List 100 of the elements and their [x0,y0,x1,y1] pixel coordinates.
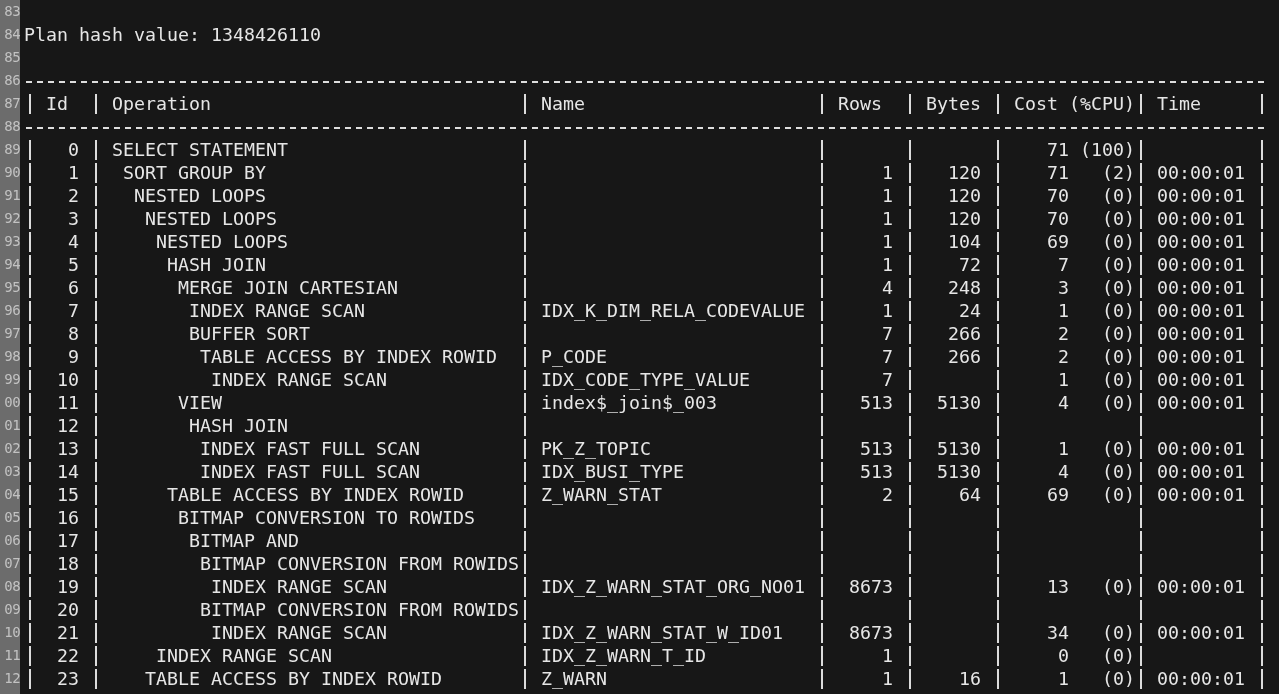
row-count: 7 [882,345,893,368]
cost-value: 3 [1058,276,1069,299]
object-name: P_CODE [541,345,607,368]
line-number: 83 [4,2,20,21]
row-id: 20 [57,598,79,621]
cost-value: 71 [1047,161,1069,184]
row-id: 11 [57,391,79,414]
time-value: 00:00:01 [1157,299,1245,322]
cost-value: 1 [1058,368,1069,391]
row-count: 1 [882,253,893,276]
operation-name: SELECT STATEMENT [112,138,288,161]
line-number: 02 [4,439,20,458]
line-number: 00 [4,393,20,412]
byte-count: 104 [948,230,981,253]
cost-value: 2 [1058,345,1069,368]
row-id: 9 [68,345,79,368]
cpu-percent: (0) [1102,230,1135,253]
cpu-percent: (0) [1102,437,1135,460]
line-number: 03 [4,462,20,481]
cost-value: 69 [1047,483,1069,506]
operation-name: NESTED LOOPS [145,207,277,230]
byte-count: 24 [959,299,981,322]
cpu-percent: (0) [1102,667,1135,690]
byte-count: 5130 [937,460,981,483]
line-number: 90 [4,163,20,182]
line-number: 97 [4,324,20,343]
line-number: 88 [4,117,20,136]
time-value: 00:00:01 [1157,575,1245,598]
row-id: 18 [57,552,79,575]
operation-name: INDEX RANGE SCAN [189,299,365,322]
operation-name: INDEX RANGE SCAN [211,575,387,598]
operation-name: HASH JOIN [189,414,288,437]
time-value: 00:00:01 [1157,253,1245,276]
cpu-percent: (0) [1102,621,1135,644]
column-header: Rows [838,92,882,115]
line-number: 06 [4,531,20,550]
byte-count: 64 [959,483,981,506]
byte-count: 5130 [937,437,981,460]
row-id: 23 [57,667,79,690]
line-number: 09 [4,600,20,619]
operation-name: BITMAP CONVERSION TO ROWIDS [178,506,475,529]
object-name: Z_WARN_STAT [541,483,662,506]
row-count: 4 [882,276,893,299]
time-value: 00:00:01 [1157,161,1245,184]
cost-value: 7 [1058,253,1069,276]
row-id: 0 [68,138,79,161]
line-number: 93 [4,232,20,251]
cost-value: 70 [1047,207,1069,230]
object-name: IDX_Z_WARN_STAT_W_ID01 [541,621,783,644]
byte-count: 5130 [937,391,981,414]
row-count: 513 [860,460,893,483]
object-name: index$_join$_003 [541,391,717,414]
line-number: 87 [4,94,20,113]
line-number: 04 [4,485,20,504]
operation-name: VIEW [178,391,222,414]
cpu-percent: (0) [1102,483,1135,506]
line-number: 08 [4,577,20,596]
cpu-percent: (0) [1102,299,1135,322]
byte-count: 120 [948,207,981,230]
column-header: Cost (%CPU) [1014,92,1135,115]
row-id: 15 [57,483,79,506]
operation-name: MERGE JOIN CARTESIAN [178,276,398,299]
row-id: 4 [68,230,79,253]
cpu-percent: (0) [1102,575,1135,598]
cost-value: 1 [1058,667,1069,690]
operation-name: BITMAP CONVERSION FROM ROWIDS [200,552,519,575]
row-count: 1 [882,644,893,667]
row-id: 8 [68,322,79,345]
line-number: 96 [4,301,20,320]
cpu-percent: (0) [1102,644,1135,667]
line-number: 95 [4,278,20,297]
row-id: 14 [57,460,79,483]
row-id: 17 [57,529,79,552]
line-number: 86 [4,71,20,90]
cpu-percent: (100) [1080,138,1135,161]
cost-value: 0 [1058,644,1069,667]
row-count: 513 [860,437,893,460]
byte-count: 248 [948,276,981,299]
operation-name: NESTED LOOPS [156,230,288,253]
row-count: 2 [882,483,893,506]
column-header: Id [46,92,68,115]
row-id: 7 [68,299,79,322]
time-value: 00:00:01 [1157,460,1245,483]
line-number: 92 [4,209,20,228]
operation-name: BUFFER SORT [189,322,310,345]
line-number: 11 [4,646,20,665]
line-number: 84 [4,25,20,44]
row-id: 5 [68,253,79,276]
time-value: 00:00:01 [1157,437,1245,460]
time-value: 00:00:01 [1157,483,1245,506]
operation-name: INDEX RANGE SCAN [156,644,332,667]
line-number: 85 [4,48,20,67]
object-name: PK_Z_TOPIC [541,437,651,460]
row-id: 3 [68,207,79,230]
operation-name: INDEX FAST FULL SCAN [200,460,420,483]
byte-count: 266 [948,322,981,345]
time-value: 00:00:01 [1157,207,1245,230]
time-value: 00:00:01 [1157,621,1245,644]
row-count: 8673 [849,621,893,644]
row-id: 12 [57,414,79,437]
